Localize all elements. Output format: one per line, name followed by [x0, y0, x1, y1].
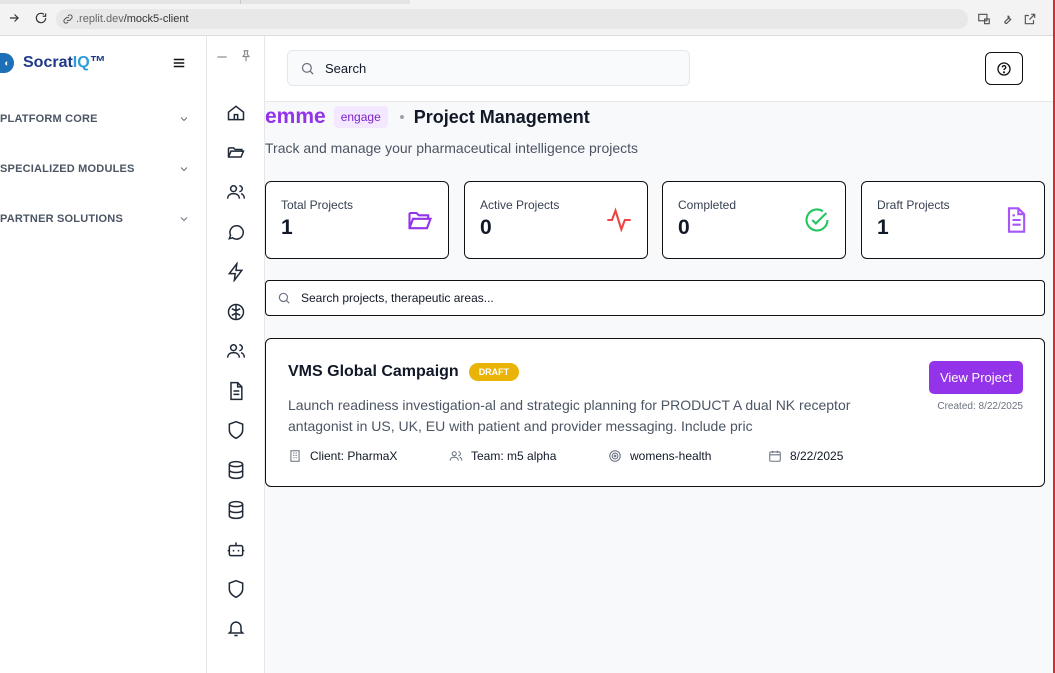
- project-title-row: VMS Global Campaign DRAFT: [288, 363, 520, 381]
- stat-label: Total Projects: [281, 198, 354, 212]
- sidebar-section-partner-solutions[interactable]: PARTNER SOLUTIONS: [0, 210, 190, 228]
- check-circle-icon: [805, 208, 829, 232]
- brand-suffix: ™: [89, 54, 106, 71]
- stat-label: Completed: [678, 198, 737, 212]
- icon-rail: [207, 36, 265, 673]
- stat-label: Draft Projects: [877, 198, 950, 212]
- project-card[interactable]: VMS Global Campaign DRAFT Launch readine…: [265, 338, 1045, 487]
- brain-icon[interactable]: [226, 302, 246, 322]
- folder-open-icon[interactable]: [226, 142, 246, 162]
- separator-dot: [399, 115, 404, 119]
- url-path: /mock5-client: [123, 13, 189, 25]
- document-icon[interactable]: [226, 381, 246, 401]
- activity-icon: [607, 207, 631, 233]
- top-header: [265, 36, 1053, 102]
- project-search-input[interactable]: [301, 291, 1001, 305]
- created-date: Created: 8/22/2025: [937, 401, 1023, 412]
- stat-card-completed: Completed 0: [662, 181, 846, 259]
- zap-icon[interactable]: [226, 260, 246, 284]
- file-text-icon: [1007, 207, 1026, 233]
- stat-card-total: Total Projects 1: [265, 181, 449, 259]
- stat-value: 0: [480, 216, 492, 239]
- view-project-button[interactable]: View Project: [929, 361, 1023, 394]
- shield-icon[interactable]: [226, 420, 246, 440]
- project-area: womens-health: [608, 449, 711, 463]
- sidebar-section-label: PLATFORM CORE: [0, 113, 98, 125]
- minimize-icon[interactable]: [215, 50, 229, 64]
- page-subtitle: Track and manage your pharmaceutical int…: [265, 140, 639, 156]
- project-date: 8/22/2025: [768, 449, 843, 463]
- stat-card-draft: Draft Projects 1: [861, 181, 1045, 259]
- url-host: .replit.dev: [76, 13, 124, 25]
- stat-card-active: Active Projects 0: [464, 181, 648, 259]
- shield-icon[interactable]: [226, 579, 246, 599]
- calendar-icon: [769, 450, 781, 462]
- open-external-icon[interactable]: [1023, 12, 1037, 26]
- search-icon: [278, 292, 290, 304]
- cast-icon[interactable]: [977, 12, 991, 26]
- brand-accent: IQ: [72, 54, 90, 71]
- page-title: Project Management: [413, 106, 590, 127]
- search-input[interactable]: [325, 60, 665, 76]
- message-circle-icon[interactable]: [226, 222, 246, 242]
- pin-icon[interactable]: [239, 49, 253, 63]
- home-icon[interactable]: [226, 103, 246, 123]
- project-team: Team: m5 alpha: [449, 449, 556, 463]
- help-button[interactable]: [985, 52, 1023, 85]
- project-search[interactable]: [265, 280, 1045, 316]
- project-client: Client: PharmaX: [288, 449, 397, 463]
- folder-open-icon: [408, 211, 433, 230]
- users-icon[interactable]: [226, 182, 246, 202]
- team-icon[interactable]: [226, 341, 246, 361]
- chevron-down-icon: [180, 217, 188, 222]
- global-search[interactable]: [287, 50, 690, 86]
- date-label: 8/22/2025: [790, 449, 844, 463]
- reload-icon[interactable]: [33, 10, 49, 26]
- sidebar: ◐ SocratIQ™ PLATFORM CORE SPECIALIZED MO…: [0, 36, 207, 673]
- wrench-icon[interactable]: [1000, 12, 1014, 26]
- engage-tag: engage: [333, 106, 388, 128]
- project-title[interactable]: VMS Global Campaign: [288, 363, 459, 381]
- chevron-down-icon: [180, 117, 188, 122]
- menu-icon[interactable]: [172, 56, 186, 70]
- sidebar-section-label: SPECIALIZED MODULES: [0, 163, 135, 175]
- team-label: Team: m5 alpha: [471, 449, 557, 463]
- sidebar-section-specialized-modules[interactable]: SPECIALIZED MODULES: [0, 160, 190, 178]
- building-icon: [290, 450, 300, 462]
- sidebar-section-platform-core[interactable]: PLATFORM CORE: [0, 110, 190, 128]
- target-icon: [609, 450, 621, 462]
- search-icon: [301, 62, 314, 75]
- status-badge: DRAFT: [468, 363, 520, 381]
- emme-brand: emme: [265, 105, 326, 128]
- sidebar-section-label: PARTNER SOLUTIONS: [0, 213, 123, 225]
- stat-value: 1: [877, 216, 889, 239]
- database-icon[interactable]: [226, 500, 246, 520]
- brand-logo-icon: ◐: [0, 53, 14, 73]
- client-label: Client: PharmaX: [310, 449, 398, 463]
- brand[interactable]: ◐ SocratIQ™: [0, 52, 106, 74]
- area-label: womens-health: [630, 449, 712, 463]
- browser-toolbar: .replit.dev/mock5-client: [0, 0, 1055, 36]
- chevron-down-icon: [180, 167, 188, 172]
- tab-strip: [0, 0, 410, 4]
- brand-name: SocratIQ™: [23, 54, 106, 72]
- users-icon: [449, 451, 463, 461]
- bot-icon[interactable]: [226, 539, 246, 559]
- page-header: emme engage Project Management: [265, 104, 590, 130]
- main-content: emme engage Project Management Track and…: [265, 102, 1053, 673]
- address-bar[interactable]: .replit.dev/mock5-client: [56, 9, 968, 29]
- database-icon[interactable]: [226, 460, 246, 480]
- stat-label: Active Projects: [480, 198, 560, 212]
- project-description: Launch readiness investigation-al and st…: [288, 397, 851, 434]
- brand-prefix: Socrat: [23, 54, 73, 71]
- stat-value: 1: [281, 216, 293, 239]
- forward-icon[interactable]: [6, 10, 22, 26]
- stat-value: 0: [678, 216, 690, 239]
- site-info-icon[interactable]: [62, 13, 74, 25]
- help-circle-icon: [997, 61, 1011, 76]
- bell-icon[interactable]: [226, 618, 246, 638]
